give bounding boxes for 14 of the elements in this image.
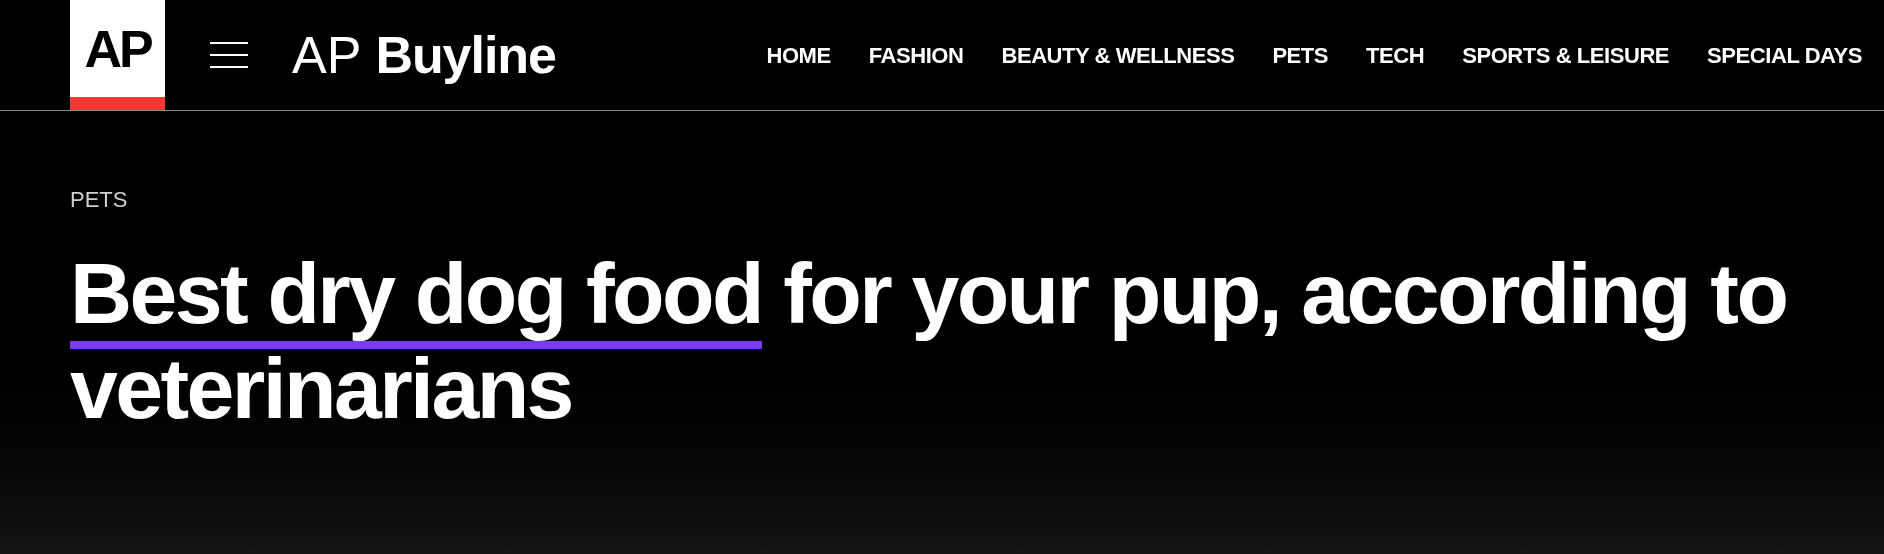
category-label[interactable]: PETS — [70, 183, 128, 216]
nav-link[interactable]: FASHION — [868, 38, 964, 72]
nav-link[interactable]: SPECIAL DAYS — [1707, 38, 1862, 72]
nav-link[interactable]: TECH — [1366, 38, 1425, 72]
menu-icon[interactable] — [210, 42, 248, 68]
logo-text: AP — [83, 18, 152, 80]
nav-link[interactable]: BEAUTY & WELLNESS — [1001, 38, 1235, 72]
headline: Best dry dog food for your pup, according to veterinarians — [70, 246, 1788, 436]
ap-logo[interactable]: AP — [70, 0, 165, 110]
nav-link[interactable]: PETS — [1272, 38, 1329, 72]
headline-link[interactable]: Best dry dog food — [70, 245, 762, 349]
brand-prefix: AP — [292, 29, 362, 81]
nav-link[interactable]: HOME — [766, 38, 831, 72]
nav-link[interactable]: SPORTS & LEISURE — [1462, 38, 1670, 72]
